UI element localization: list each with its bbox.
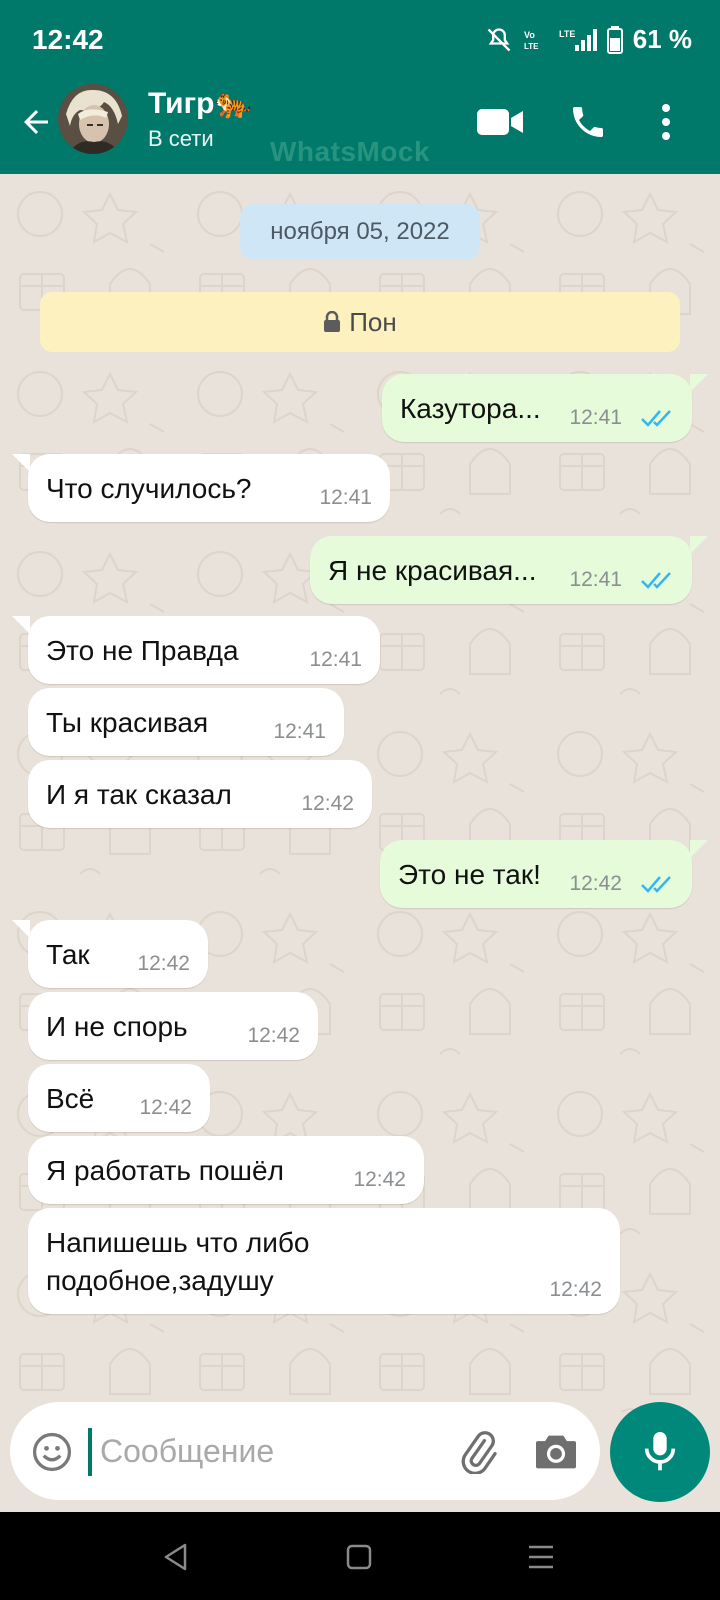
message-incoming[interactable]: Всё 12:42	[28, 1064, 210, 1132]
message-time: 12:42	[137, 952, 190, 975]
status-time: 12:42	[32, 24, 104, 55]
message-incoming[interactable]: И я так сказал 12:42	[28, 760, 372, 828]
video-call-icon	[477, 109, 523, 135]
nav-home-icon	[346, 1544, 372, 1570]
message-time: 12:41	[309, 648, 362, 671]
message-time: 12:41	[569, 568, 622, 591]
message-time: 12:41	[569, 406, 622, 429]
battery-percent: 61 %	[632, 24, 692, 54]
chat-header: Тигр🐅 В сети WhatsMock	[0, 80, 720, 174]
back-arrow-icon	[24, 110, 48, 134]
svg-text:LTE: LTE	[559, 29, 575, 39]
message-time: 12:41	[319, 486, 372, 509]
message-incoming[interactable]: Я работать пошёл 12:42	[28, 1136, 424, 1204]
nav-recents-button[interactable]	[516, 1532, 566, 1582]
message-input[interactable]	[100, 1424, 420, 1478]
message-time: 12:42	[247, 1024, 300, 1047]
camera-icon	[536, 1435, 576, 1469]
more-options-icon	[662, 104, 670, 140]
mic-icon	[644, 1432, 676, 1471]
message-text: И не спорь	[46, 1011, 188, 1042]
camera-button[interactable]	[528, 1424, 584, 1480]
emoji-button[interactable]	[30, 1430, 74, 1474]
message-time: 12:41	[273, 720, 326, 743]
voice-call-button[interactable]	[560, 94, 616, 150]
attach-button[interactable]	[450, 1424, 506, 1480]
bubble-tail	[690, 536, 708, 554]
status-bar: 12:42 Vo LTE LTE 61 %	[0, 0, 720, 80]
system-nav-bar	[0, 1512, 720, 1600]
nav-home-button[interactable]	[334, 1532, 384, 1582]
bubble-tail	[12, 616, 30, 634]
message-text: Я не красивая...	[328, 555, 537, 586]
message-incoming[interactable]: Это не Правда 12:41	[28, 616, 380, 684]
message-text: Я работать пошёл	[46, 1155, 284, 1186]
bubble-tail	[690, 374, 708, 392]
date-separator: ноября 05, 2022	[240, 204, 480, 260]
more-options-button[interactable]	[648, 94, 684, 150]
message-incoming[interactable]: Ты красивая 12:41	[28, 688, 344, 756]
volte-icon: Vo LTE	[524, 30, 539, 51]
message-outgoing[interactable]: Я не красивая... 12:41	[310, 536, 692, 604]
message-time: 12:42	[549, 1278, 602, 1301]
bubble-tail	[690, 840, 708, 858]
avatar-image	[58, 84, 128, 154]
bubble-tail	[12, 454, 30, 472]
message-time: 12:42	[353, 1168, 406, 1191]
notice-text: Пон	[349, 306, 397, 337]
text-cursor	[88, 1428, 92, 1476]
bubble-tail	[12, 920, 30, 938]
message-outgoing[interactable]: Это не так! 12:42	[380, 840, 692, 908]
message-outgoing[interactable]: Казутора... 12:41	[382, 374, 692, 442]
contact-status: В сети	[148, 126, 214, 151]
double-check-icon	[641, 410, 671, 427]
message-text: Всё	[46, 1083, 95, 1114]
mute-icon	[487, 27, 511, 51]
message-incoming[interactable]: Так 12:42	[28, 920, 208, 988]
message-time: 12:42	[139, 1096, 192, 1119]
phone-icon	[573, 107, 603, 137]
contact-name[interactable]: Тигр🐅	[148, 86, 252, 121]
nav-back-button[interactable]	[150, 1532, 200, 1582]
encryption-notice[interactable]: Пон	[40, 292, 680, 352]
chat-area[interactable]: ноября 05, 2022 Пон Казутора... 12:41 Чт…	[0, 174, 720, 1412]
nav-back-icon	[164, 1543, 187, 1571]
watermark: WhatsMock	[270, 136, 431, 167]
avatar[interactable]	[58, 84, 128, 154]
message-incoming[interactable]: Что случилось? 12:41	[28, 454, 390, 522]
double-check-icon	[641, 876, 671, 893]
message-incoming[interactable]: Напишешь что либо подобное,задушу 12:42	[28, 1208, 620, 1314]
voice-message-button[interactable]	[610, 1402, 710, 1502]
nav-menu-icon	[529, 1545, 553, 1569]
message-incoming[interactable]: И не спорь 12:42	[28, 992, 318, 1060]
svg-text:LTE: LTE	[524, 42, 539, 51]
message-text: И я так сказал	[46, 779, 232, 810]
message-text: Что случилось?	[46, 473, 252, 504]
message-text: Это не Правда	[46, 635, 239, 666]
message-time: 12:42	[301, 792, 354, 815]
message-text: Так	[46, 939, 90, 970]
paperclip-icon	[461, 1431, 497, 1474]
message-text: Казутора...	[400, 393, 541, 424]
svg-text:Vo: Vo	[524, 30, 535, 40]
double-check-icon	[641, 572, 671, 589]
status-indicators: Vo LTE LTE 61 %	[485, 24, 692, 55]
message-text: Ты красивая	[46, 707, 209, 738]
lock-icon	[324, 311, 341, 332]
back-button[interactable]	[14, 100, 58, 144]
video-call-button[interactable]	[472, 94, 528, 150]
compose-bar	[10, 1402, 600, 1500]
signal-icon: LTE	[559, 28, 597, 51]
emoji-icon	[32, 1432, 72, 1472]
battery-icon	[606, 25, 623, 54]
message-time: 12:42	[569, 872, 622, 895]
message-text: Это не так!	[398, 859, 541, 890]
message-text: Напишешь что либо подобное,задушу	[46, 1227, 310, 1296]
